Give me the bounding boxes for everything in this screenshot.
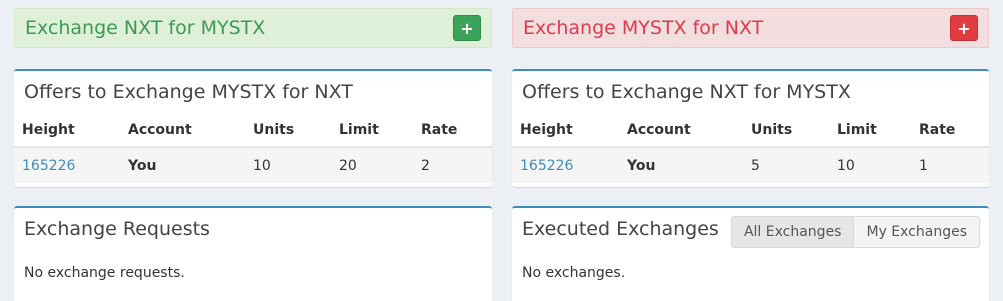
nxt-for-mystx-offers-panel: Offers to Exchange NXT for MYSTX Height … <box>512 69 989 187</box>
sell-exchange-title: Exchange MYSTX for NXT <box>523 17 764 39</box>
block-height-link[interactable]: 165226 <box>520 158 573 174</box>
units-cell: 5 <box>743 147 829 183</box>
panel-title: Exchange Requests <box>24 218 210 240</box>
plus-icon: + <box>957 18 971 38</box>
block-height-link[interactable]: 165226 <box>22 158 75 174</box>
column-header-height: Height <box>14 113 120 148</box>
column-header-height: Height <box>512 113 619 148</box>
rate-cell: 1 <box>911 147 989 183</box>
right-column: Exchange MYSTX for NXT + Offers to Excha… <box>512 0 989 301</box>
offers-table: Height Account Units Limit Rate 165226 Y… <box>14 113 492 183</box>
table-header-row: Height Account Units Limit Rate <box>14 113 492 148</box>
empty-message: No exchange requests. <box>24 265 185 281</box>
units-cell: 10 <box>245 147 331 183</box>
exchange-filter-group: All Exchanges My Exchanges <box>730 216 980 248</box>
column-header-units: Units <box>743 113 829 148</box>
sell-exchange-header: Exchange MYSTX for NXT + <box>512 8 989 48</box>
column-header-limit: Limit <box>331 113 413 148</box>
add-sell-offer-button[interactable]: + <box>950 15 978 41</box>
column-header-rate: Rate <box>911 113 989 148</box>
column-header-account: Account <box>120 113 245 148</box>
table-header-row: Height Account Units Limit Rate <box>512 113 989 148</box>
limit-cell: 10 <box>829 147 911 183</box>
mystx-for-nxt-offers-panel: Offers to Exchange MYSTX for NXT Height … <box>14 69 492 187</box>
exchange-requests-panel: Exchange Requests No exchange requests. <box>14 206 492 301</box>
panel-title: Offers to Exchange MYSTX for NXT <box>24 81 353 103</box>
empty-message: No exchanges. <box>522 265 626 281</box>
table-row: 165226 You 10 20 2 <box>14 147 492 183</box>
panel-title: Offers to Exchange NXT for MYSTX <box>522 81 851 103</box>
column-header-rate: Rate <box>413 113 492 148</box>
buy-exchange-header: Exchange NXT for MYSTX + <box>14 8 492 48</box>
buy-exchange-title: Exchange NXT for MYSTX <box>25 17 266 39</box>
add-buy-offer-button[interactable]: + <box>453 15 481 41</box>
plus-icon: + <box>460 18 474 38</box>
column-header-limit: Limit <box>829 113 911 148</box>
table-row: 165226 You 5 10 1 <box>512 147 989 183</box>
left-column: Exchange NXT for MYSTX + Offers to Excha… <box>14 0 492 301</box>
column-header-units: Units <box>245 113 331 148</box>
rate-cell: 2 <box>413 147 492 183</box>
column-header-account: Account <box>619 113 743 148</box>
all-exchanges-button[interactable]: All Exchanges <box>730 216 855 248</box>
account-cell: You <box>619 147 743 183</box>
my-exchanges-button[interactable]: My Exchanges <box>854 216 980 248</box>
account-cell: You <box>120 147 245 183</box>
panel-title: Executed Exchanges <box>522 218 719 240</box>
offers-table: Height Account Units Limit Rate 165226 Y… <box>512 113 989 183</box>
executed-exchanges-panel: Executed Exchanges All Exchanges My Exch… <box>512 206 989 301</box>
limit-cell: 20 <box>331 147 413 183</box>
